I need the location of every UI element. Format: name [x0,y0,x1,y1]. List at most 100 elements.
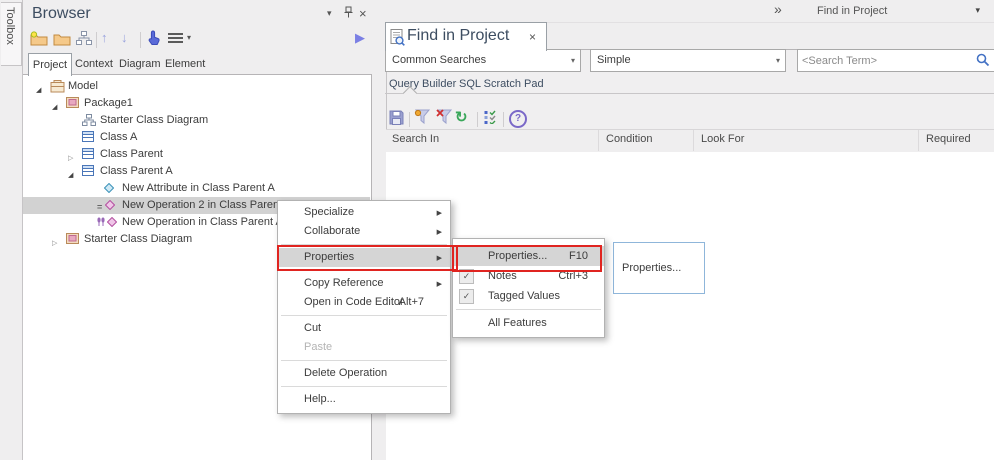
column-condition[interactable]: Condition [606,133,652,145]
search-input[interactable] [800,51,969,70]
package-icon [66,97,79,108]
submenu-item-all-features[interactable]: All Features [453,313,604,333]
subtab-divider [385,93,994,94]
menu-item-open-in-code-editor[interactable]: Open in Code Editor Alt+7 [278,293,450,312]
model-icon [50,80,65,93]
tree-item-model[interactable]: ◢ Model [23,78,370,95]
submenu-item-tagged-values[interactable]: ✓ Tagged Values [453,286,604,306]
tree-item-label: Class Parent [100,146,163,163]
add-filter-icon[interactable] [414,109,431,125]
tree-item-label: Class Parent A [100,163,173,180]
diagram-view-icon[interactable] [76,31,92,45]
tab-sql-scratch-pad[interactable]: SQL Scratch Pad [459,78,544,90]
application-window: Toolbox Browser ▾ × ↑ ↓ ▾ ▶ Project Cont… [0,0,994,460]
expander-closed-icon[interactable]: ▷ [52,235,57,252]
hamburger-menu-icon[interactable] [168,33,184,44]
tree-item-new-attribute[interactable]: New Attribute in Class Parent A [23,180,370,197]
tree-item-package1[interactable]: ◢ Package1 [23,95,370,112]
menu-item-label: Open in Code Editor [304,296,404,308]
forward-play-icon[interactable]: ▶ [355,30,365,46]
tree-item-label: New Operation in Class Parent A [122,214,283,231]
tree-item-label: New Attribute in Class Parent A [122,180,275,197]
tree-item-class-a[interactable]: Class A [23,129,370,146]
common-searches-select[interactable]: Common Searches ▾ [385,49,581,72]
context-menu: Specialize ▶ Collaborate ▶ Properties ▶ … [277,200,451,414]
query-grid-header [386,129,994,154]
tab-project[interactable]: Project [28,53,72,76]
column-divider [598,130,599,151]
chevron-down-icon: ▾ [571,50,575,71]
menu-item-paste: Paste [278,338,450,357]
tree-item-label: Model [68,78,98,95]
menu-item-collaborate[interactable]: Collaborate ▶ [278,222,450,241]
find-document-icon [390,29,405,46]
menu-item-label: Copy Reference [304,277,384,289]
menu-item-label: Collaborate [304,225,360,237]
menu-item-label: Cut [304,322,321,334]
refresh-icon[interactable]: ↻ [455,108,468,126]
column-look-for[interactable]: Look For [701,133,744,145]
column-required[interactable]: Required [926,133,971,145]
operation-parameters-icon [97,217,105,227]
panel-menu-icon[interactable]: ▾ [327,8,332,19]
search-icon[interactable] [976,53,990,67]
search-mode-select[interactable]: Simple ▾ [590,49,786,72]
operation-icon [105,200,115,210]
toolbar-separator [503,112,504,127]
save-icon[interactable] [389,110,404,125]
menu-item-copy-reference[interactable]: Copy Reference ▶ [278,274,450,293]
column-divider [693,130,694,151]
column-divider [918,130,919,151]
tab-title: Find in Project [407,27,509,45]
menu-item-label: Delete Operation [304,367,387,379]
checkmark-icon: ✓ [459,289,474,304]
tree-item-class-parent[interactable]: ▷ Class Parent [23,146,370,163]
class-icon [82,165,94,176]
menu-item-delete-operation[interactable]: Delete Operation [278,364,450,383]
tab-query-builder[interactable]: Query Builder [389,78,456,90]
attribute-icon [104,183,114,193]
toolbox-tab-label[interactable]: Toolbox [4,7,16,45]
chevron-double-icon[interactable]: » [774,1,782,17]
tooltip-properties: Properties... [613,242,705,294]
menu-item-cut[interactable]: Cut [278,319,450,338]
remove-filter-icon[interactable] [436,109,453,125]
tab-context[interactable]: Context [75,58,113,70]
toolbar-separator [409,112,410,127]
submenu-arrow-icon: ▶ [437,223,442,242]
close-icon[interactable]: × [359,6,367,21]
tooltip-label: Properties... [622,262,681,274]
tab-element[interactable]: Element [165,58,205,70]
menu-item-help[interactable]: Help... [278,390,450,409]
menu-item-label: Paste [304,341,332,353]
column-search-in[interactable]: Search In [392,133,439,145]
toolbar-separator [140,32,141,48]
move-up-icon[interactable]: ↑ [101,30,108,45]
menu-separator [281,360,447,361]
tree-item-label: Class A [100,129,137,146]
menu-separator [281,386,447,387]
pin-icon[interactable] [343,6,354,19]
annotation-red-box-properties-submenu [452,245,602,272]
menu-item-label: Tagged Values [488,290,560,302]
hamburger-dropdown-icon[interactable]: ▾ [187,33,191,42]
menu-item-label: Specialize [304,206,354,218]
tab-find-in-project[interactable]: Find in Project × [385,22,547,51]
open-folder-icon[interactable] [53,31,71,46]
locate-hand-icon[interactable] [146,30,162,47]
close-icon[interactable]: × [529,30,536,44]
menu-separator [281,315,447,316]
tree-item-starter-class-diagram[interactable]: Starter Class Diagram [23,112,370,129]
panel-dropdown-icon[interactable]: ▾ [975,5,980,16]
validate-list-icon[interactable] [484,110,499,124]
annotation-red-box-properties [277,245,458,271]
class-icon [82,131,94,142]
class-icon [82,148,94,159]
help-icon[interactable]: ? [509,110,527,128]
menu-item-specialize[interactable]: Specialize ▶ [278,203,450,222]
tab-diagram[interactable]: Diagram [119,58,161,70]
move-down-icon[interactable]: ↓ [121,30,128,45]
tree-item-label: Starter Class Diagram [84,231,192,248]
new-package-icon[interactable] [30,31,48,46]
tree-item-class-parent-a[interactable]: ◢ Class Parent A [23,163,370,180]
